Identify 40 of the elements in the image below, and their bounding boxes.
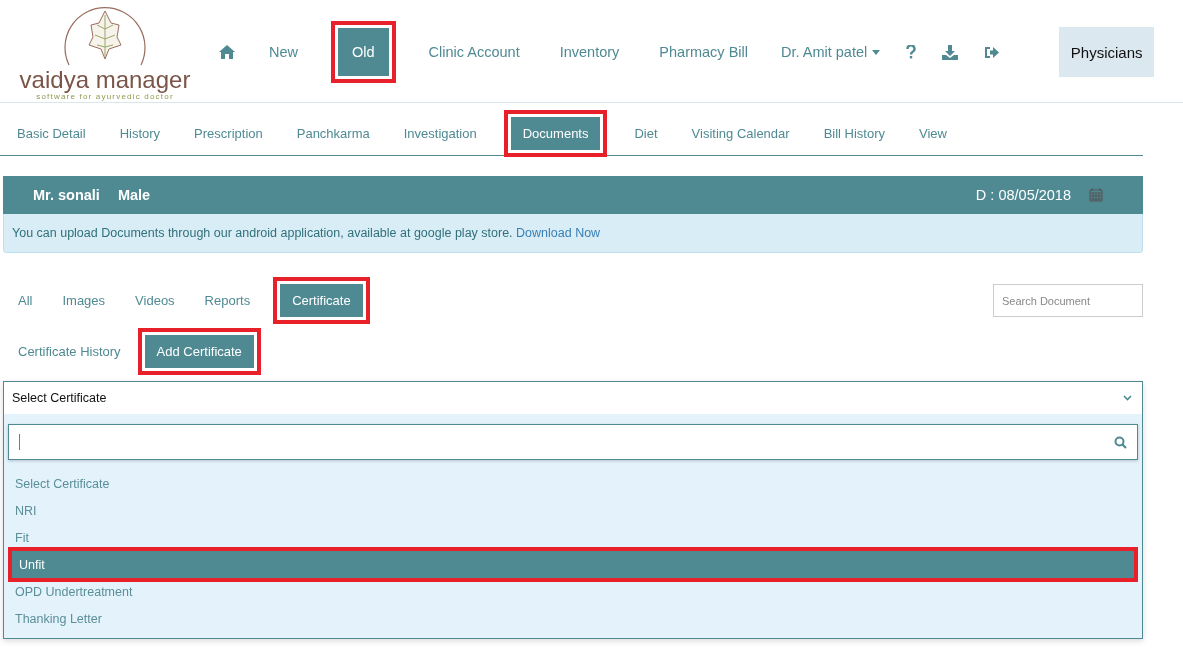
tab[interactable]: Add Certificate [144,335,254,368]
patient-gender: Male [117,187,151,203]
logo-tagline: software for ayurvedic doctor [36,92,174,101]
info-alert: You can upload Documents through our android application, available at google play store. Download Now [3,214,1143,253]
user-menu[interactable]: Dr. Amit patel [780,44,881,60]
nav-link[interactable]: Inventory [559,44,620,60]
dropdown-option[interactable]: Unfit [12,551,1134,578]
nav-link[interactable]: Pharmacy Bill [659,44,748,60]
tab[interactable]: Reports [204,293,251,308]
tab[interactable]: History [119,125,161,141]
nav-link[interactable]: Clinic Account [428,44,520,60]
tab[interactable]: Investigation [403,125,477,141]
dropdown-option[interactable]: Thanking Letter [8,605,1138,632]
tab[interactable]: Certificate [280,284,363,317]
tab[interactable]: All [18,293,33,308]
dropdown-option[interactable]: Fit [8,524,1138,551]
physicians-button[interactable]: Physicians [1059,27,1155,77]
download-link[interactable]: Download Now [516,226,601,240]
logo-name: vaidya manager [19,67,191,92]
search-field[interactable]: Search Document [993,284,1143,317]
tab[interactable]: Basic Detail [17,125,86,141]
dropdown-option[interactable]: Select Certificate [8,470,1138,497]
patient-name: Mr. sonali [33,187,100,203]
tab[interactable]: Panchkarma [296,125,370,141]
tab[interactable]: Certificate History [18,344,121,359]
tab[interactable]: Bill History [823,125,886,141]
tab[interactable]: Diet [634,125,658,141]
nav-link[interactable]: Old [338,28,389,76]
tab[interactable]: Documents [510,116,601,150]
dropdown-option[interactable]: OPD Undertreatment [8,578,1138,605]
certificate-select[interactable]: Select Certificate Select Certificate NRI Fit Unfit OPD Undertreatment Thanking Letter [3,381,1143,639]
tab[interactable]: Videos [135,293,175,308]
tab[interactable]: Visiting Calendar [691,125,790,141]
nav-link[interactable]: New [269,44,298,60]
visit-date: D : 08/05/2018 [975,187,1071,203]
select-value: Select Certificate [12,391,107,405]
tab[interactable]: Prescription [194,125,263,141]
tab[interactable]: Images [62,293,106,308]
tab[interactable]: View [919,125,947,141]
dropdown-option[interactable]: NRI [8,497,1138,524]
